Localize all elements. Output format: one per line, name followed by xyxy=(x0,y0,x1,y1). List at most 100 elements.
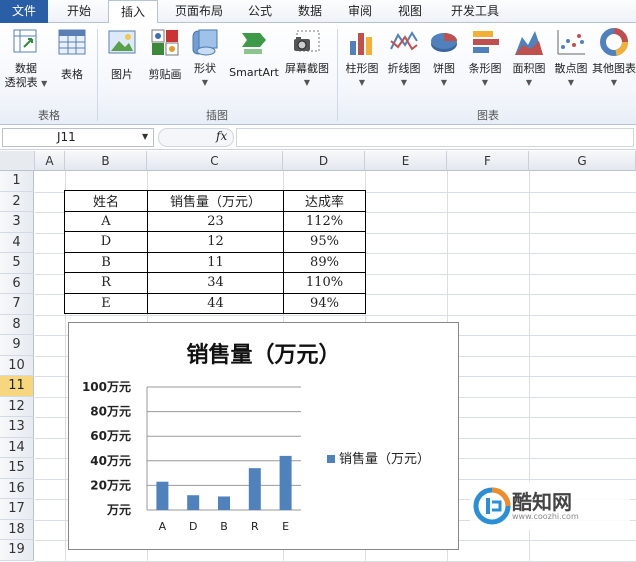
tab-insert[interactable]: 插入 xyxy=(108,0,158,24)
row-header-4[interactable]: 4 xyxy=(0,232,34,253)
table-cell[interactable]: 44 xyxy=(147,292,284,314)
table-cell[interactable]: D xyxy=(64,231,148,253)
shapes-icon xyxy=(192,29,218,56)
column-header-a[interactable]: A xyxy=(35,151,65,171)
bar-R[interactable] xyxy=(248,468,261,510)
chevron-down-icon: ▼ xyxy=(303,78,311,87)
row-header-5[interactable]: 5 xyxy=(0,253,34,274)
formula-input[interactable] xyxy=(236,128,634,147)
chevron-down-icon: ▼ xyxy=(525,78,533,87)
insert-function-icon[interactable]: fx xyxy=(216,129,227,143)
table-header-cell[interactable]: 销售量（万元） xyxy=(147,190,284,212)
row-header-12[interactable]: 12 xyxy=(0,396,34,417)
chevron-down-icon: ▼ xyxy=(610,78,618,87)
bar-D[interactable] xyxy=(187,495,200,510)
smartart-label: SmartArt xyxy=(229,66,279,79)
tab-view[interactable]: 视图 xyxy=(390,0,430,23)
sales-chart[interactable]: 销售量（万元） 万元 20万元 40万元 60万元 80万元 100万元 A D B R E 销售量（… xyxy=(68,322,459,550)
row-header-19[interactable]: 19 xyxy=(0,540,34,561)
table-cell[interactable]: 110% xyxy=(283,272,366,294)
table-cell[interactable]: 34 xyxy=(147,272,284,294)
bar-E[interactable] xyxy=(279,455,292,510)
chevron-down-icon: ▼ xyxy=(201,78,209,87)
picture-button[interactable]: 图片 xyxy=(102,27,142,103)
scatter-chart-button[interactable]: 散点图 ▼ xyxy=(550,27,592,103)
row-header-15[interactable]: 15 xyxy=(0,458,34,479)
tab-file[interactable]: 文件 xyxy=(0,0,48,23)
shapes-button[interactable]: 形状 ▼ xyxy=(188,27,222,103)
bar-chart-button[interactable]: 条形图 ▼ xyxy=(464,27,506,103)
pivot-table-button[interactable]: 数据 透视表 ▼ xyxy=(4,27,48,103)
row-header-16[interactable]: 16 xyxy=(0,478,34,499)
column-header-d[interactable]: D xyxy=(283,151,365,171)
row-header-11[interactable]: 11 xyxy=(0,376,34,397)
row-header-2[interactable]: 2 xyxy=(0,191,34,212)
table-cell[interactable]: 11 xyxy=(147,251,284,273)
table-header-cell[interactable]: 达成率 xyxy=(283,190,366,212)
row-header-6[interactable]: 6 xyxy=(0,273,34,294)
chevron-down-icon[interactable]: ▼ xyxy=(142,132,148,141)
gridline xyxy=(35,314,636,316)
tab-home[interactable]: 开始 xyxy=(58,0,100,23)
y-tick-label: 40万元 xyxy=(90,454,131,468)
clipart-icon xyxy=(151,29,179,56)
column-header-b[interactable]: B xyxy=(65,151,147,171)
tab-page-layout[interactable]: 页面布局 xyxy=(168,0,230,23)
picture-label: 图片 xyxy=(111,68,133,81)
row-header-3[interactable]: 3 xyxy=(0,212,34,233)
bar-A[interactable] xyxy=(156,481,169,510)
tab-developer[interactable]: 开发工具 xyxy=(442,0,508,23)
scatter-chart-label: 散点图 ▼ xyxy=(550,62,592,90)
row-header-14[interactable]: 14 xyxy=(0,437,34,458)
y-tick-label: 万元 xyxy=(106,503,131,517)
row-header-10[interactable]: 10 xyxy=(0,355,34,376)
column-header-g[interactable]: G xyxy=(529,151,636,171)
legend-label[interactable]: 销售量（万元） xyxy=(339,451,430,467)
table-cell[interactable]: B xyxy=(64,251,148,273)
name-box[interactable]: J11 xyxy=(2,128,154,147)
table-cell[interactable]: A xyxy=(64,210,148,232)
row-header-9[interactable]: 9 xyxy=(0,335,34,356)
row-header-7[interactable]: 7 xyxy=(0,294,34,315)
pivot-table-icon xyxy=(13,29,37,53)
column-header-e[interactable]: E xyxy=(365,151,447,171)
other-charts-button[interactable]: 其他图表 ▼ xyxy=(592,27,636,103)
column-header-f[interactable]: F xyxy=(447,151,529,171)
table-icon xyxy=(58,29,86,55)
line-chart-button[interactable]: 折线图 ▼ xyxy=(384,27,424,103)
table-button[interactable]: 表格 xyxy=(52,27,92,103)
row-header-17[interactable]: 17 xyxy=(0,499,34,520)
clipart-button[interactable]: 剪贴画 xyxy=(144,27,186,103)
area-chart-button[interactable]: 面积图 ▼ xyxy=(508,27,550,103)
select-all-corner[interactable] xyxy=(0,151,35,171)
tab-formulas[interactable]: 公式 xyxy=(240,0,280,23)
table-header-cell[interactable]: 姓名 xyxy=(64,190,148,212)
chevron-down-icon: ▼ xyxy=(567,78,575,87)
tab-review[interactable]: 审阅 xyxy=(340,0,380,23)
table-cell[interactable]: 12 xyxy=(147,231,284,253)
table-cell[interactable]: 23 xyxy=(147,210,284,232)
table-cell[interactable]: 112% xyxy=(283,210,366,232)
screenshot-button[interactable]: 屏幕截图 ▼ xyxy=(282,27,332,103)
pie-chart-button[interactable]: 饼图 ▼ xyxy=(426,27,462,103)
table-cell[interactable]: E xyxy=(64,292,148,314)
table-cell[interactable]: 95% xyxy=(283,231,366,253)
table-row: A 23 112% xyxy=(64,210,366,232)
table-cell[interactable]: R xyxy=(64,272,148,294)
smartart-button[interactable]: SmartArt xyxy=(226,27,282,103)
row-header-8[interactable]: 8 xyxy=(0,314,34,335)
row-header-18[interactable]: 18 xyxy=(0,519,34,540)
doughnut-chart-icon xyxy=(600,28,628,56)
row-header-13[interactable]: 13 xyxy=(0,417,34,438)
chevron-down-icon: ▼ xyxy=(440,78,448,87)
row-header-1[interactable]: 1 xyxy=(0,171,34,192)
x-tick-label: D xyxy=(189,520,197,533)
group-separator xyxy=(97,29,98,121)
table-cell[interactable]: 94% xyxy=(283,292,366,314)
column-chart-button[interactable]: 柱形图 ▼ xyxy=(342,27,382,103)
bar-B[interactable] xyxy=(218,496,230,510)
column-header-c[interactable]: C xyxy=(147,151,283,171)
table-cell[interactable]: 89% xyxy=(283,251,366,273)
scatter-chart-icon xyxy=(557,30,585,55)
tab-data[interactable]: 数据 xyxy=(290,0,330,23)
